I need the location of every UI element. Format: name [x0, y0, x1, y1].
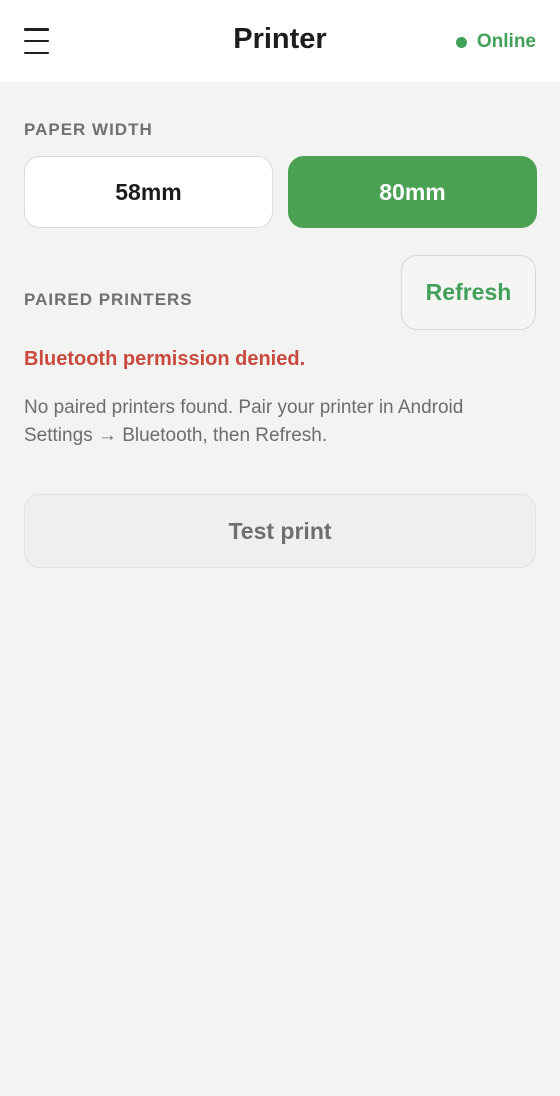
bluetooth-error-message: Bluetooth permission denied. [24, 348, 306, 370]
status-dot-icon [455, 36, 467, 48]
connection-status: Online [455, 31, 536, 53]
top-app-bar: Printer Online [0, 0, 560, 82]
paired-printers-label: PAIRED PRINTERS [24, 290, 193, 309]
no-printers-hint: No paired printers found. Pair your prin… [24, 397, 464, 446]
paper-width-label: PAPER WIDTH [24, 120, 153, 139]
refresh-button[interactable]: Refresh [401, 255, 536, 330]
paper-width-58mm-button[interactable]: 58mm [24, 156, 273, 228]
test-print-button[interactable]: Test print [24, 494, 536, 568]
paper-width-80mm-button[interactable]: 80mm [288, 156, 537, 228]
printer-screen: Printer Online PAPER WIDTH 58mm 80mm PAI… [0, 0, 560, 1096]
status-label: Online [476, 31, 536, 52]
